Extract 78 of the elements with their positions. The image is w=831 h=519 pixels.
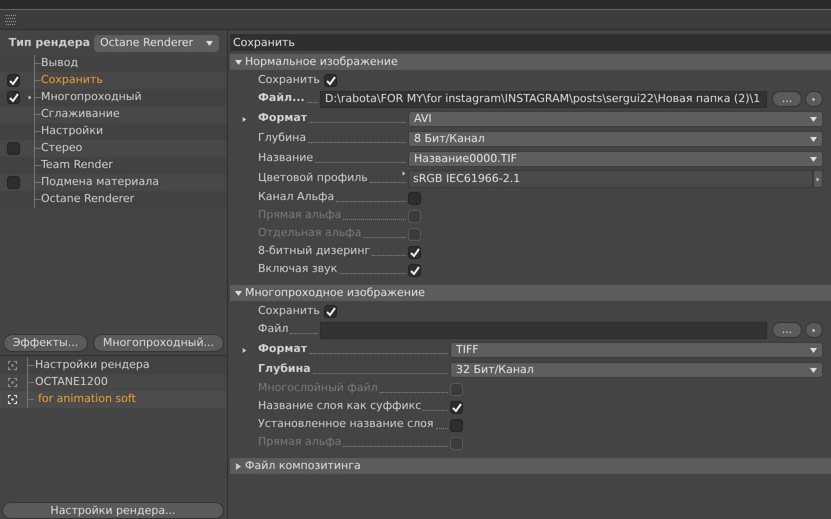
arrow-icon	[812, 96, 816, 102]
render-settings-button[interactable]: Настройки рендера...	[2, 502, 224, 519]
expand-arrow-icon[interactable]	[402, 171, 406, 176]
effects-button[interactable]: Эффекты...	[3, 334, 88, 352]
field-label: Формат	[258, 110, 308, 126]
checkbox[interactable]	[6, 176, 20, 189]
color-profile-field[interactable]: sRGB IEC61966-2.1	[408, 170, 813, 188]
section-header[interactable]: Нормальное изображение	[230, 54, 831, 70]
expand-arrow-icon[interactable]	[28, 95, 32, 100]
format-dropdown[interactable]: 8 Бит/Канал	[408, 131, 823, 147]
expand-arrow-icon[interactable]	[242, 346, 247, 354]
field-label: Название	[258, 150, 314, 166]
multipass-button[interactable]: Многопроходный...	[93, 334, 224, 352]
format-dropdown[interactable]: TIFF	[450, 342, 823, 358]
profile-menu-button[interactable]	[813, 170, 823, 188]
checkbox[interactable]	[6, 74, 20, 87]
field-label: Файл...	[258, 90, 305, 106]
field-label: Формат	[258, 340, 308, 356]
preset-item[interactable]: Настройки рендера	[35, 357, 150, 374]
checkbox[interactable]	[324, 74, 337, 86]
checkbox[interactable]	[6, 91, 20, 104]
tree-item[interactable]: Многопроходный	[41, 89, 142, 106]
checkbox[interactable]	[408, 246, 421, 258]
collapse-arrow-icon[interactable]	[235, 290, 242, 296]
tree-item[interactable]: Подмена материала	[41, 174, 159, 191]
checkbox[interactable]	[450, 418, 463, 432]
field-label: 8-битный дизеринг	[258, 242, 370, 258]
arrow-button[interactable]	[805, 322, 823, 338]
preset-icon	[8, 395, 16, 404]
section-header[interactable]: Файл композитинга	[230, 458, 831, 474]
checkbox[interactable]	[408, 264, 421, 276]
panel-title: Сохранить	[230, 34, 831, 51]
section-header[interactable]: Многопроходное изображение	[230, 285, 831, 301]
dropdown-caret-icon[interactable]	[810, 136, 817, 142]
field-label: Установленное название слоя	[258, 416, 434, 432]
tree-item[interactable]: Стерео	[41, 140, 82, 157]
dropdown-caret-icon[interactable]	[206, 40, 213, 46]
tree-item[interactable]: Octane Renderer	[41, 191, 134, 208]
field-label: Файл	[258, 320, 288, 336]
checkbox[interactable]	[6, 142, 20, 155]
browse-button[interactable]: ...	[772, 322, 802, 338]
dropdown-caret-icon[interactable]	[810, 366, 817, 374]
expand-arrow-icon[interactable]	[242, 116, 247, 122]
format-dropdown[interactable]: Название0000.TIF	[408, 151, 823, 167]
collapse-arrow-icon[interactable]	[235, 58, 242, 66]
preset-icon	[8, 378, 16, 387]
field-label: Название слоя как суффикс	[258, 398, 422, 414]
browse-button[interactable]: ...	[772, 91, 802, 107]
preset-item[interactable]: OCTANE1200	[35, 374, 108, 391]
field-label: Канал Альфа	[258, 188, 334, 204]
arrow-icon	[812, 326, 816, 334]
file-path-field[interactable]	[320, 322, 767, 338]
expand-arrow-icon[interactable]	[235, 462, 242, 470]
dropdown-caret-icon[interactable]	[810, 116, 817, 122]
tree-item[interactable]: Сохранить	[41, 72, 103, 89]
field-label: Сохранить	[258, 72, 320, 88]
field-label: Цветовой профиль	[258, 170, 368, 186]
tree-item[interactable]: Вывод	[41, 55, 78, 72]
field-label: Включая звук	[258, 260, 338, 276]
render-type-dropdown[interactable]: Octane Renderer	[94, 34, 219, 52]
tree-item[interactable]: Сглаживание	[41, 106, 120, 123]
checkbox[interactable]	[408, 192, 421, 204]
arrow-button[interactable]	[805, 91, 823, 107]
dropdown-caret-icon[interactable]	[810, 156, 817, 162]
preset-icon	[8, 361, 16, 370]
format-dropdown[interactable]: AVI	[408, 111, 823, 127]
arrow-icon	[816, 176, 820, 182]
checkbox[interactable]	[450, 400, 463, 414]
tree-item[interactable]: Team Render	[41, 157, 113, 174]
tree-item[interactable]: Настройки	[41, 123, 104, 140]
file-path-field[interactable]: D:\rabota\FOR MY\for instagram\INSTAGRAM\posts\sergui22\Новая папка (2)\1	[320, 90, 767, 108]
dropdown-caret-icon[interactable]	[810, 346, 817, 354]
format-dropdown[interactable]: 32 Бит/Канал	[450, 362, 823, 378]
render-type-label: Тип рендера	[8, 34, 90, 51]
field-label: Глубина	[258, 360, 311, 376]
field-label: Глубина	[258, 130, 306, 146]
checkbox[interactable]	[324, 304, 337, 318]
field-label: Сохранить	[258, 302, 320, 319]
